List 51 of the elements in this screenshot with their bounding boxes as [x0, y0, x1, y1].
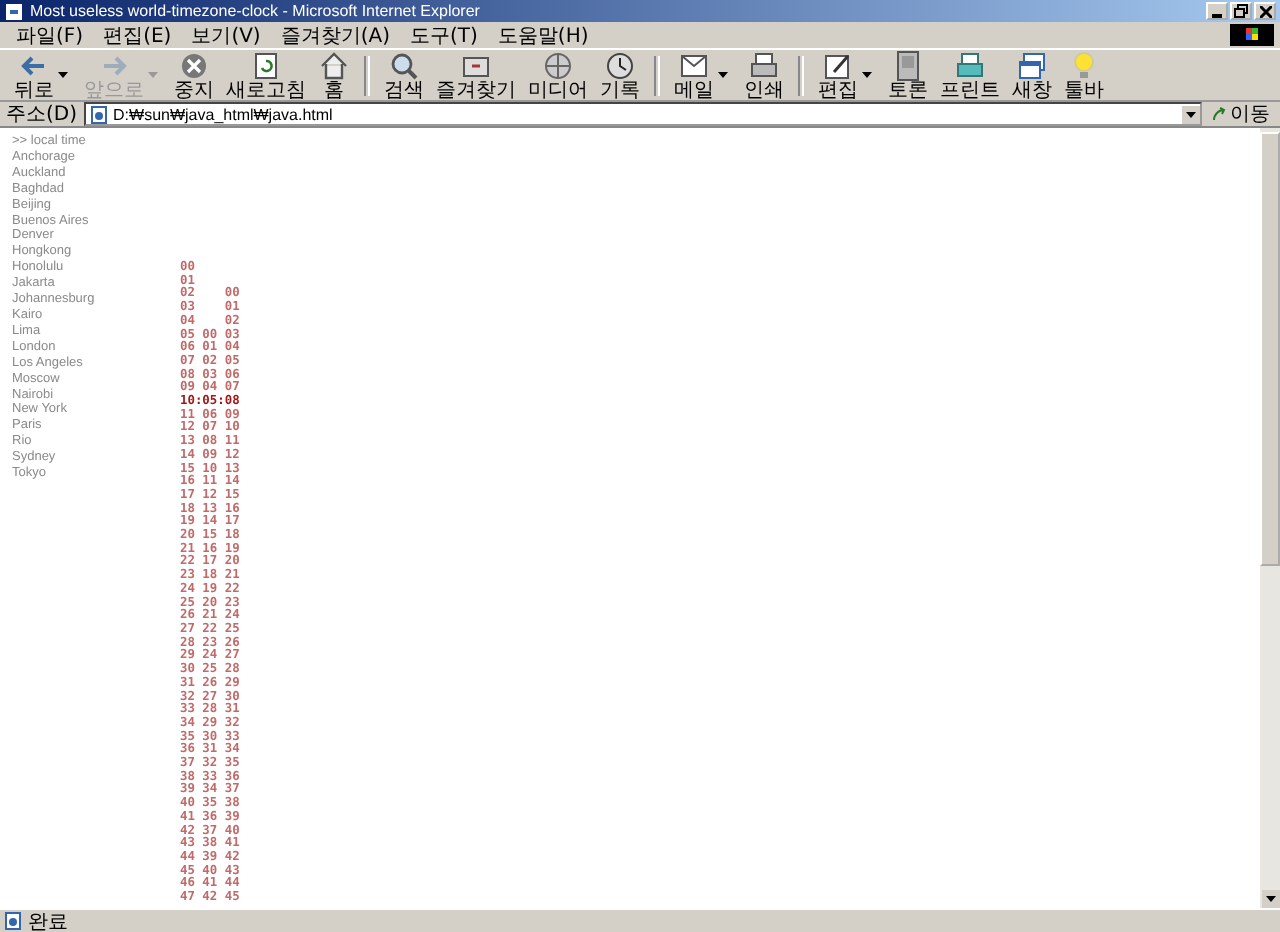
address-label: 주소(D)	[6, 102, 78, 128]
document-icon	[892, 49, 924, 81]
caret-icon	[862, 72, 872, 78]
restore-icon	[1234, 4, 1248, 18]
go-button[interactable]: 이동	[1208, 100, 1274, 128]
vertical-scrollbar[interactable]	[1260, 128, 1280, 908]
stop-icon	[178, 49, 210, 81]
toolbar-button[interactable]: 프린트	[934, 49, 1006, 101]
toolbar-button[interactable]: 중지	[168, 49, 220, 101]
toolbar-button[interactable]: 편집	[812, 49, 882, 101]
menu-item[interactable]: 도움말(H)	[487, 21, 599, 49]
menu-item[interactable]: 보기(V)	[181, 21, 271, 49]
lightbulb-icon	[1068, 49, 1100, 81]
toolbar-button[interactable]: 새로고침	[220, 49, 312, 101]
windows-logo-icon	[1230, 24, 1274, 46]
caret-icon	[718, 72, 728, 78]
menu-item[interactable]: 편집(E)	[93, 21, 182, 49]
address-field[interactable]: D:₩sun₩java_html₩java.html	[83, 102, 1202, 126]
toolbar-button[interactable]: 툴바	[1058, 49, 1110, 101]
window-title: Most useless world-timezone-clock - Microsoft Internet Explorer	[30, 2, 480, 20]
toolbar-button[interactable]: 기록	[594, 49, 646, 101]
mail-icon	[678, 49, 710, 81]
toolbar-button[interactable]: 검색	[378, 49, 430, 101]
edit-icon	[822, 49, 854, 81]
scrollbar-thumb[interactable]	[1260, 132, 1280, 566]
caret-icon	[148, 72, 158, 78]
dropdown-arrow-icon[interactable]	[1182, 105, 1200, 123]
toolbar-button[interactable]: 미디어	[522, 49, 594, 101]
minimize-button[interactable]	[1206, 2, 1228, 20]
close-button[interactable]	[1254, 2, 1276, 20]
globe-icon	[542, 49, 574, 81]
toolbar-button[interactable]: 즐겨찾기	[430, 49, 522, 101]
arrow-icon	[1212, 106, 1228, 122]
close-icon	[1259, 5, 1271, 17]
toolbar-button[interactable]: 인쇄	[738, 49, 790, 101]
search-icon	[388, 49, 420, 81]
caret-icon	[58, 72, 68, 78]
toolbar-button[interactable]: 메일	[668, 49, 738, 101]
toolbar-button[interactable]: 홈	[312, 49, 356, 101]
maximize-button[interactable]	[1230, 2, 1252, 20]
menu-item[interactable]: 즐겨찾기(A)	[270, 21, 400, 49]
menu-item[interactable]: 파일(F)	[6, 21, 94, 49]
browser-icon	[4, 1, 24, 21]
toolbar-button[interactable]: 새창	[1006, 49, 1058, 101]
clock-icon	[604, 49, 636, 81]
scroll-down-icon[interactable]	[1261, 890, 1279, 908]
toolbar-button[interactable]: 뒤로	[8, 49, 78, 101]
home-icon	[318, 49, 350, 81]
status-text: 완료	[28, 909, 68, 932]
menu-item[interactable]: 도구(T)	[400, 21, 488, 49]
toolbar-button[interactable]: 토론	[882, 49, 934, 101]
